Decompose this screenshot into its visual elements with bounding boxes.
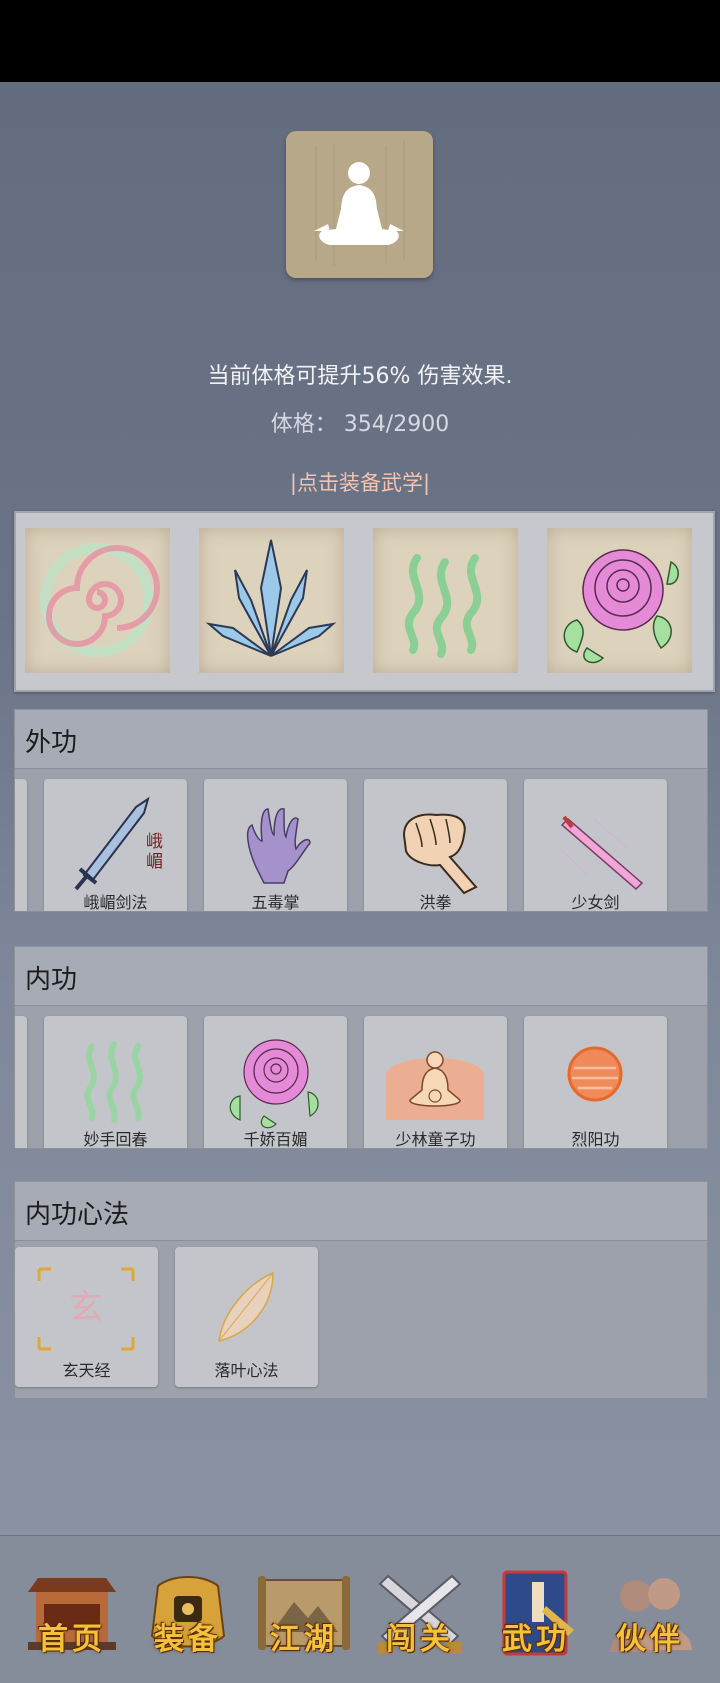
skill-label: 少林童子功 <box>395 1130 476 1149</box>
meditating-figure-icon <box>314 141 405 266</box>
meditation-avatar[interactable] <box>286 131 433 278</box>
pink-rose-icon <box>563 549 679 664</box>
skill-card-lieyang[interactable]: 烈阳功 <box>524 1016 667 1149</box>
skill-card-luoye[interactable]: 落叶心法 <box>175 1247 318 1387</box>
skill-card-shaolin-tongzi[interactable]: 少林童子功 <box>364 1016 507 1149</box>
skill-card-miaoshou[interactable]: 妙手回春 <box>44 1016 187 1149</box>
skill-label: 千娇百媚 <box>243 1130 308 1149</box>
skill-label: 五毒掌 <box>251 893 300 912</box>
nav-label: 首页 <box>38 1622 106 1657</box>
nav-label: 装备 <box>154 1622 222 1657</box>
skill-label: 落叶心法 <box>214 1361 279 1380</box>
skill-card-hong-fist[interactable]: 洪拳 <box>364 779 507 912</box>
section-list-neigong[interactable]: 妙手回春 千娇百媚 少林童子功 烈阳功 <box>14 1005 708 1149</box>
nav-jianghu[interactable]: 江湖 <box>254 1566 354 1666</box>
skill-card-partial[interactable] <box>15 1016 27 1148</box>
nav-martial-arts[interactable]: 武功 <box>486 1566 586 1666</box>
equipped-slot-4[interactable] <box>547 528 692 673</box>
skill-card-partial[interactable] <box>15 779 27 911</box>
stat-value: 354/2900 <box>343 412 450 437</box>
green-waves-icon <box>404 554 482 658</box>
section-list-xinfa[interactable]: 玄 玄天经 落叶心法 <box>14 1240 708 1399</box>
section-list-waigong[interactable]: 峨 嵋 峨嵋剑法 五毒掌 洪拳 少女剑 <box>14 768 708 912</box>
skill-label: 玄天经 <box>62 1361 111 1380</box>
section-title: 内功 <box>25 965 78 995</box>
skill-label: 妙手回春 <box>83 1130 148 1149</box>
skill-card-emei-sword[interactable]: 峨 嵋 峨嵋剑法 <box>44 779 187 912</box>
equip-martial-arts-link[interactable]: |点击装备武学| <box>0 467 720 497</box>
xuan-seal-glyph: 玄 <box>69 1288 103 1328</box>
emei-glyph-2: 嵋 <box>146 852 163 872</box>
nav-home[interactable]: 首页 <box>22 1566 122 1666</box>
stat-label: 体格： <box>270 412 337 437</box>
skill-card-maiden-sword[interactable]: 少女剑 <box>524 779 667 912</box>
skill-label: 峨嵋剑法 <box>83 893 148 912</box>
nav-label: 闯关 <box>386 1622 454 1657</box>
ice-crystal-icon <box>205 539 337 657</box>
skill-card-qianjiao[interactable]: 千娇百媚 <box>204 1016 347 1149</box>
section-header-xinfa: 内功心法 <box>14 1181 708 1241</box>
nav-equipment[interactable]: 装备 <box>138 1566 238 1666</box>
bottom-nav: 首页 装备 江湖 闯关 武功 伙伴 <box>0 1535 720 1683</box>
skill-card-wudu-palm[interactable]: 五毒掌 <box>204 779 347 912</box>
skill-label: 烈阳功 <box>571 1130 620 1149</box>
equipped-slot-1[interactable] <box>25 528 170 673</box>
section-title: 内功心法 <box>25 1200 130 1230</box>
equipped-slot-2[interactable] <box>199 528 344 673</box>
constitution-stat: 体格： 354/2900 <box>0 406 720 438</box>
nav-challenge[interactable]: 闯关 <box>370 1566 470 1666</box>
section-title: 外功 <box>25 728 78 758</box>
pink-swirl-icon <box>40 543 160 657</box>
section-header-neigong: 内功 <box>14 946 708 1006</box>
skill-label: 少女剑 <box>571 893 620 912</box>
nav-label: 伙伴 <box>616 1622 684 1657</box>
skill-card-xuantian[interactable]: 玄 玄天经 <box>15 1247 158 1387</box>
equipped-slot-3[interactable] <box>373 528 518 673</box>
nav-label: 江湖 <box>270 1622 338 1657</box>
emei-glyph-1: 峨 <box>146 832 163 852</box>
bonus-description: 当前体格可提升56% 伤害效果. <box>207 364 513 389</box>
app-screen: 当前体格可提升56% 伤害效果. 体格： 354/2900 |点击装备武学| 外… <box>0 82 720 1683</box>
nav-companions[interactable]: 伙伴 <box>600 1566 700 1666</box>
skill-label: 洪拳 <box>419 893 452 912</box>
nav-label: 武功 <box>502 1622 570 1657</box>
section-header-waigong: 外功 <box>14 709 708 769</box>
equipped-skills-strip <box>14 511 715 692</box>
